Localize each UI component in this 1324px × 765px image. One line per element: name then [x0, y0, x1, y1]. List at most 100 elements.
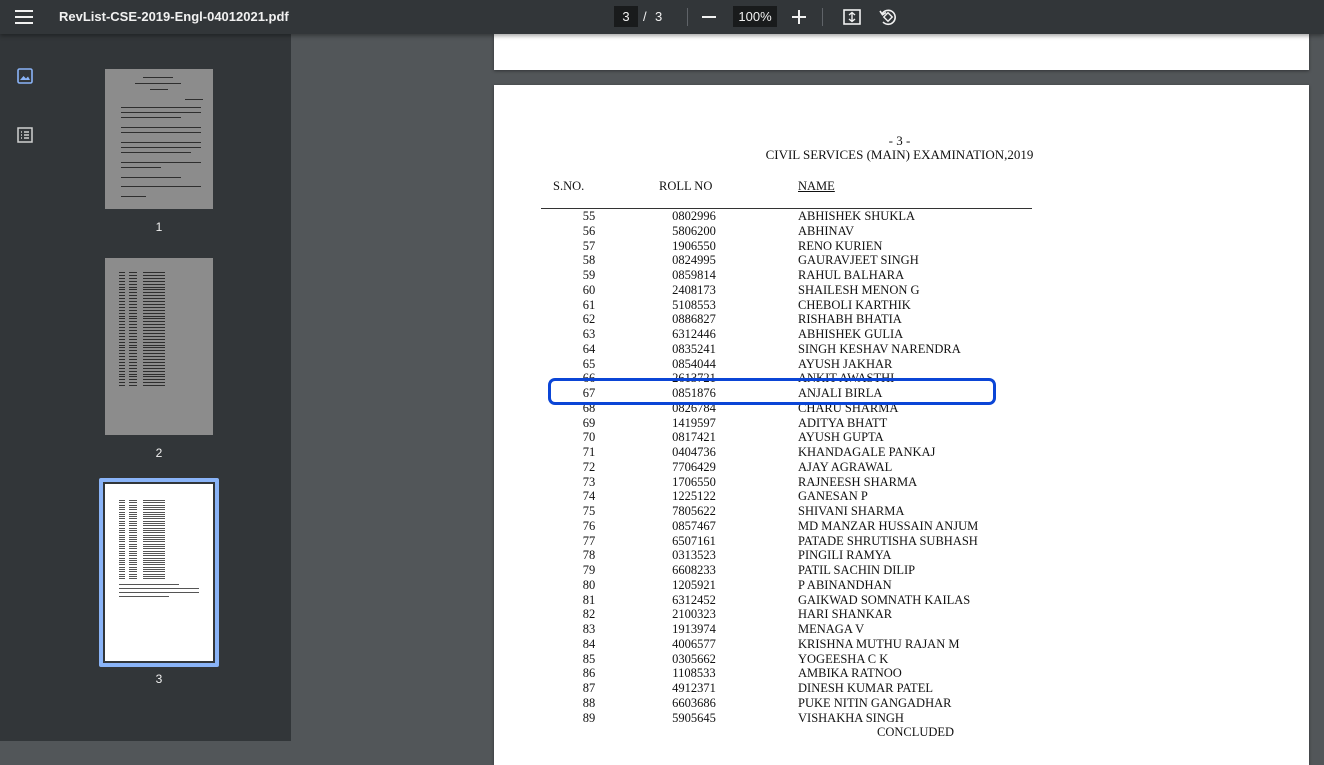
zoom-in-button[interactable] — [792, 10, 806, 24]
cell-name: AYUSH GUPTA — [798, 430, 884, 445]
table-row: 64 0835241 SINGH KESHAV NARENDRA — [494, 342, 1309, 357]
page-thumbnail-1[interactable] — [105, 69, 213, 209]
table-row: 78 0313523 PINGILI RAMYA — [494, 548, 1309, 563]
cell-name: KHANDAGALE PANKAJ — [798, 445, 936, 459]
cell-sno: 81 — [582, 592, 596, 607]
menu-icon[interactable] — [15, 10, 33, 24]
column-header-name: NAME — [798, 179, 835, 193]
cell-sno: 75 — [582, 504, 596, 518]
cell-roll: 0802996 — [672, 209, 716, 223]
cell-name: RAHUL BALHARA — [798, 268, 905, 282]
cell-roll: 4006577 — [672, 636, 716, 651]
column-header-sno: S.NO. — [553, 179, 585, 193]
cell-sno: 57 — [582, 238, 596, 253]
table-row: 63 6312446 ABHISHEK GULIA — [494, 327, 1309, 342]
cell-roll: 2408173 — [672, 282, 716, 297]
cell-roll: 0854044 — [672, 356, 716, 371]
table-row: 59 0859814 RAHUL BALHARA — [494, 268, 1309, 283]
cell-roll: 0824995 — [672, 253, 716, 268]
column-header-roll: ROLL NO — [659, 179, 713, 193]
thumbnails-view-icon[interactable] — [16, 67, 34, 85]
cell-sno: 62 — [582, 312, 596, 327]
cell-sno: 79 — [582, 563, 596, 577]
cell-sno: 88 — [582, 695, 596, 710]
cell-roll: 0859814 — [672, 268, 716, 282]
cell-roll: 1205921 — [672, 577, 716, 592]
pdf-page-3: - 3 - CIVIL SERVICES (MAIN) EXAMINATION,… — [494, 85, 1309, 765]
outline-view-icon[interactable] — [16, 126, 34, 144]
highlight-box — [548, 378, 996, 405]
cell-name: MENAGA V — [798, 622, 865, 636]
cell-sno: 89 — [582, 710, 596, 725]
cell-roll: 1906550 — [672, 238, 716, 253]
table-row: 55 0802996 ABHISHEK SHUKLA — [494, 209, 1309, 224]
cell-name: GANESAN P — [798, 489, 868, 504]
document-title: RevList-CSE-2019-Engl-04012021.pdf — [59, 9, 289, 24]
cell-roll: 0305662 — [672, 651, 716, 666]
cell-roll: 0313523 — [672, 548, 716, 563]
cell-name: DINESH KUMAR PATEL — [798, 681, 933, 695]
cell-sno: 73 — [582, 474, 596, 489]
exam-title: CIVIL SERVICES (MAIN) EXAMINATION,2019 — [765, 147, 1034, 162]
cell-name: YOGEESHA C K — [798, 651, 889, 666]
table-row: 83 1913974 MENAGA V — [494, 622, 1309, 637]
page-number-input[interactable] — [614, 6, 638, 27]
table-row: 58 0824995 GAURAVJEET SINGH — [494, 253, 1309, 268]
page-separator: / — [643, 9, 647, 24]
zoom-input[interactable] — [733, 6, 777, 27]
cell-name: PATADE SHRUTISHA SUBHASH — [798, 533, 978, 548]
cell-sno: 82 — [582, 607, 596, 622]
cell-roll: 1419597 — [672, 415, 716, 430]
cell-roll: 2100323 — [672, 607, 716, 622]
table-row: 82 2100323 HARI SHANKAR — [494, 607, 1309, 622]
table-row: 60 2408173 SHAILESH MENON G — [494, 283, 1309, 298]
concluded-text: CONCLUDED — [877, 725, 955, 739]
cell-name: RENO KURIEN — [798, 238, 883, 253]
table-row: 85 0305662 YOGEESHA C K — [494, 652, 1309, 667]
cell-sno: 84 — [582, 636, 596, 651]
cell-roll: 6507161 — [672, 533, 716, 548]
toolbar-divider — [822, 8, 823, 26]
cell-name: ADITYA BHATT — [798, 415, 888, 430]
zoom-out-button[interactable] — [702, 16, 716, 18]
cell-sno: 56 — [582, 223, 596, 238]
cell-sno: 58 — [582, 253, 596, 268]
cell-roll: 5905645 — [672, 710, 716, 725]
table-row: 57 1906550 RENO KURIEN — [494, 239, 1309, 254]
fit-to-page-icon[interactable] — [843, 8, 861, 26]
cell-name: GAURAVJEET SINGH — [798, 253, 919, 268]
table-row: 76 0857467 MD MANZAR HUSSAIN ANJUM — [494, 519, 1309, 534]
page-thumbnail-2[interactable] — [105, 258, 213, 435]
cell-name: VISHAKHA SINGH — [798, 710, 904, 725]
table-row: 72 7706429 AJAY AGRAWAL — [494, 460, 1309, 475]
rotate-icon[interactable] — [878, 7, 898, 27]
cell-sno: 72 — [582, 459, 596, 474]
cell-sno: 86 — [582, 666, 596, 681]
cell-roll: 0817421 — [672, 430, 716, 445]
cell-sno: 77 — [582, 533, 596, 548]
cell-roll: 5806200 — [672, 223, 716, 238]
thumbnail-label-3: 3 — [155, 672, 163, 686]
table-row: 86 1108533 AMBIKA RATNOO — [494, 666, 1309, 681]
table-row: 81 6312452 GAIKWAD SOMNATH KAILAS — [494, 593, 1309, 608]
cell-sno: 59 — [582, 268, 596, 282]
cell-name: RAJNEESH SHARMA — [798, 474, 918, 489]
page-thumbnail-3[interactable] — [105, 484, 213, 661]
cell-name: RISHABH BHATIA — [798, 312, 902, 327]
cell-roll: 4912371 — [672, 681, 716, 695]
table-row: 74 1225122 GANESAN P — [494, 489, 1309, 504]
cell-roll: 0835241 — [672, 341, 716, 356]
cell-roll: 1913974 — [672, 622, 716, 636]
cell-name: P ABINANDHAN — [798, 577, 892, 592]
table-row: 84 4006577 KRISHNA MUTHU RAJAN M — [494, 637, 1309, 652]
cell-sno: 83 — [582, 622, 596, 636]
cell-name: AYUSH JAKHAR — [798, 356, 893, 371]
thumbnail-label-1: 1 — [155, 220, 163, 234]
cell-name: ABHISHEK GULIA — [798, 327, 904, 341]
table-row: 80 1205921 P ABINANDHAN — [494, 578, 1309, 593]
cell-roll: 1225122 — [672, 489, 716, 504]
cell-sno: 63 — [582, 327, 596, 341]
cell-name: KRISHNA MUTHU RAJAN M — [798, 636, 960, 651]
table-row: 77 6507161 PATADE SHRUTISHA SUBHASH — [494, 534, 1309, 549]
cell-name: AJAY AGRAWAL — [798, 459, 893, 474]
